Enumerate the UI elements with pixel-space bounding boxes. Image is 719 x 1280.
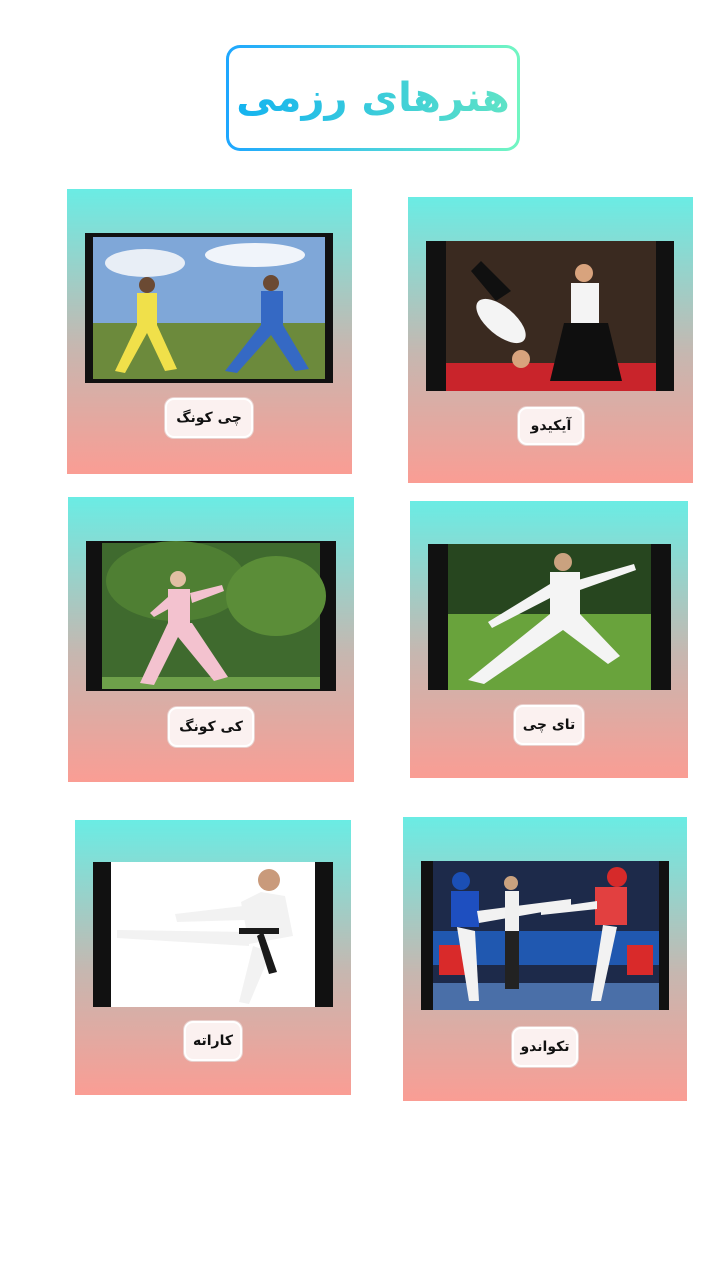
karate-photo	[93, 862, 333, 1007]
card-tai-chi[interactable]: تای چی	[410, 501, 688, 778]
page-title: هنرهای رزمی	[236, 75, 510, 121]
aikido-photo	[426, 241, 674, 391]
card-label-qi-gong[interactable]: کی کونگ	[168, 707, 254, 747]
card-label-karate[interactable]: کاراته	[184, 1021, 242, 1061]
card-label-aikido[interactable]: آیکیدو	[518, 407, 584, 445]
card-qi-gong[interactable]: کی کونگ	[68, 497, 354, 782]
card-chi-kung[interactable]: چی کونگ	[67, 189, 352, 474]
taekwondo-photo	[421, 861, 669, 1010]
card-label-chi-kung[interactable]: چی کونگ	[165, 398, 253, 438]
qi-gong-photo	[86, 541, 336, 691]
card-aikido[interactable]: آیکیدو	[408, 197, 693, 483]
tai-chi-photo	[428, 544, 671, 690]
page-title-container: هنرهای رزمی	[229, 48, 517, 148]
page-title-frame: هنرهای رزمی	[226, 45, 520, 151]
chi-kung-photo	[85, 233, 333, 383]
card-label-taekwondo[interactable]: تکواندو	[512, 1027, 578, 1067]
card-karate[interactable]: کاراته	[75, 820, 351, 1095]
card-label-tai-chi[interactable]: تای چی	[514, 705, 584, 745]
card-taekwondo[interactable]: تکواندو	[403, 817, 687, 1101]
